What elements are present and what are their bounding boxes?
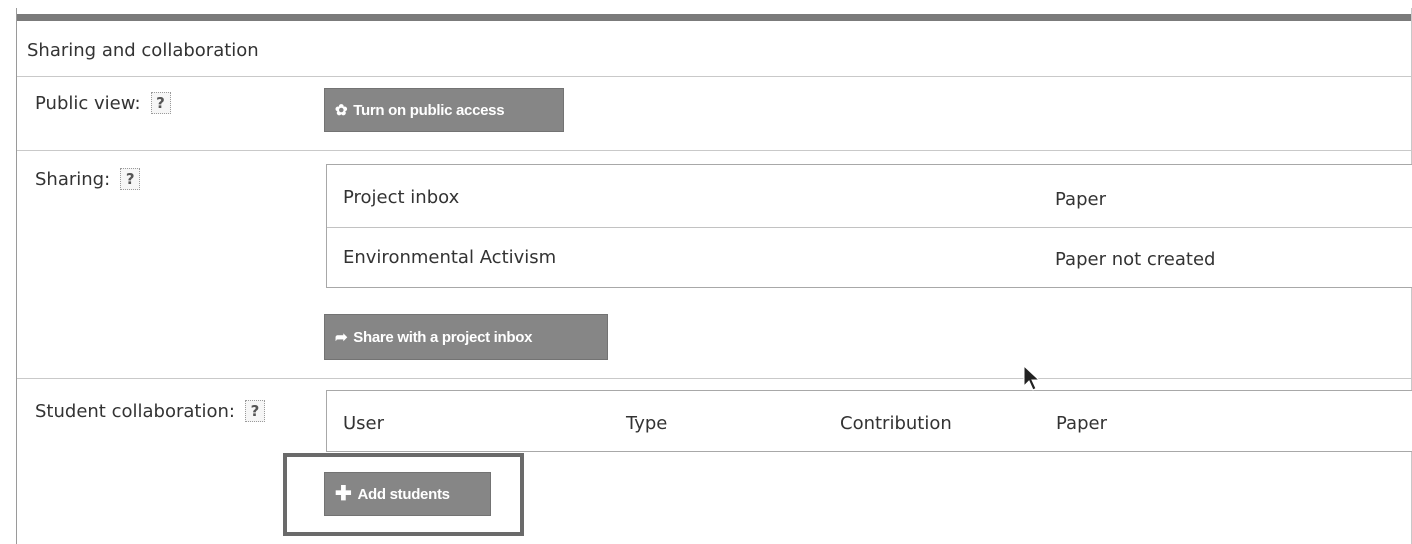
divider: [17, 378, 1411, 379]
sharing-label: Sharing:: [35, 168, 111, 190]
column-header-type: Type: [626, 413, 668, 434]
column-header-user: User: [343, 413, 385, 434]
sharing-row-name: Environmental Activism: [343, 247, 557, 268]
add-students-label: Add students: [357, 485, 450, 503]
public-view-label: Public view:: [35, 92, 141, 114]
column-header-contribution: Contribution: [840, 413, 952, 434]
share-with-project-inbox-label: Share with a project inbox: [353, 328, 533, 346]
student-collaboration-table: User Type Contribution Paper: [326, 390, 1412, 452]
column-header-paper: Paper: [1056, 413, 1107, 434]
help-icon[interactable]: ?: [120, 168, 141, 190]
divider: [17, 76, 1411, 77]
turn-on-public-access-button[interactable]: ✿ Turn on public access: [324, 88, 564, 132]
help-icon[interactable]: ?: [150, 92, 171, 114]
sharing-table: Project inbox Paper Environmental Activi…: [326, 164, 1412, 288]
share-arrow-icon: ➦: [335, 328, 348, 346]
gear-icon: ✿: [335, 101, 348, 119]
divider: [17, 150, 1411, 151]
sharing-label-group: Sharing: ?: [35, 168, 141, 190]
panel-title: Sharing and collaboration: [27, 40, 259, 61]
sharing-row-paper: Paper: [1055, 189, 1106, 210]
table-divider: [327, 227, 1412, 228]
mouse-cursor-icon: [1023, 364, 1041, 391]
student-collaboration-label: Student collaboration:: [35, 400, 235, 422]
sharing-row-name: Project inbox: [343, 187, 460, 208]
sharing-panel: Sharing and collaboration Public view: ?…: [16, 8, 1412, 544]
panel-top-bar: [17, 14, 1411, 21]
add-students-button[interactable]: ✚ Add students: [324, 472, 491, 516]
sharing-row-paper: Paper not created: [1055, 249, 1216, 270]
plus-icon: ✚: [335, 483, 352, 505]
public-view-label-group: Public view: ?: [35, 92, 171, 114]
student-collaboration-label-group: Student collaboration: ?: [35, 400, 265, 422]
share-with-project-inbox-button[interactable]: ➦ Share with a project inbox: [324, 314, 608, 360]
help-icon[interactable]: ?: [244, 400, 265, 422]
turn-on-public-access-label: Turn on public access: [353, 101, 505, 119]
